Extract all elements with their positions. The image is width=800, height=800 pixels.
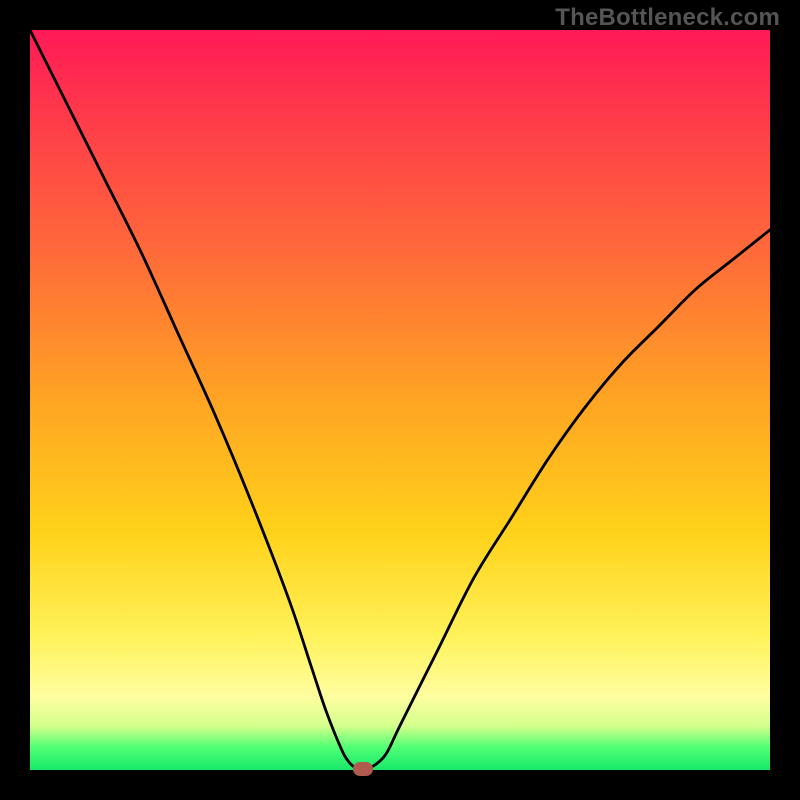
- chart-frame: TheBottleneck.com: [0, 0, 800, 800]
- plot-area: [30, 30, 770, 770]
- curve-path: [30, 30, 770, 769]
- bottleneck-curve: [30, 30, 770, 770]
- watermark: TheBottleneck.com: [555, 4, 780, 32]
- min-marker: [353, 762, 373, 776]
